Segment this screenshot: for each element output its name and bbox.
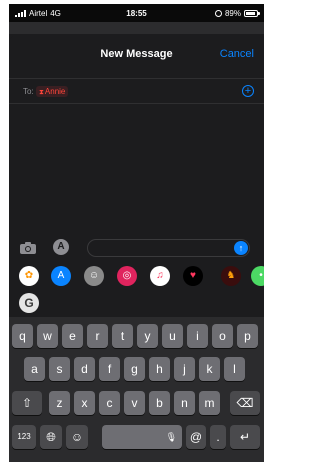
photos-icon[interactable]: ✿ [19, 266, 39, 286]
compose-header: New Message Cancel [9, 34, 264, 78]
key-a[interactable]: a [24, 357, 45, 381]
memoji-icon[interactable]: ☺ [84, 266, 104, 286]
key-z[interactable]: z [49, 391, 70, 415]
recipient-row[interactable]: To: ⧗Annie + [9, 78, 264, 104]
status-bar: Airtel 4G 18:55 89% [9, 4, 264, 22]
sheet-backdrop [9, 22, 264, 34]
key-y[interactable]: y [137, 324, 158, 348]
key-h[interactable]: h [149, 357, 170, 381]
key-r[interactable]: r [87, 324, 108, 348]
more-icon[interactable]: • [251, 266, 264, 286]
message-input-bar: A ↑ [9, 236, 264, 260]
key-m[interactable]: m [199, 391, 220, 415]
recipient-chip[interactable]: ⧗Annie [36, 86, 69, 97]
keyboard: q w e r t y u i o p a s d f g h j k l ⇧ … [9, 317, 264, 462]
send-button[interactable]: ↑ [234, 241, 248, 255]
to-label: To: [23, 87, 34, 96]
cancel-button[interactable]: Cancel [220, 48, 254, 60]
message-input[interactable]: ↑ [87, 239, 250, 257]
key-l[interactable]: l [224, 357, 245, 381]
emoji-key[interactable]: ☺ [66, 425, 88, 449]
key-u[interactable]: u [162, 324, 183, 348]
key-d[interactable]: d [74, 357, 95, 381]
return-icon: ↵ [239, 430, 251, 444]
shift-icon: ⇧ [21, 396, 33, 410]
microphone-icon: 🎙︎ [165, 432, 177, 442]
globe-icon: 🌐︎ [46, 430, 56, 444]
return-key[interactable]: ↵ [230, 425, 260, 449]
key-g[interactable]: g [124, 357, 145, 381]
battery-icon [244, 10, 260, 17]
key-o[interactable]: o [212, 324, 233, 348]
key-w[interactable]: w [37, 324, 58, 348]
space-key[interactable]: 🎙︎ [102, 425, 182, 449]
key-f[interactable]: f [99, 357, 120, 381]
emoji-icon: ☺ [70, 430, 84, 444]
key-x[interactable]: x [74, 391, 95, 415]
key-p[interactable]: p [237, 324, 258, 348]
key-c[interactable]: c [99, 391, 120, 415]
key-s[interactable]: s [49, 357, 70, 381]
app-store-icon[interactable]: A [51, 266, 71, 286]
key-t[interactable]: t [112, 324, 133, 348]
game-icon[interactable]: ♞ [221, 266, 241, 286]
shift-key[interactable]: ⇧ [12, 391, 42, 415]
warning-icon: ⧗ [39, 89, 44, 96]
battery-percentage: 89% [224, 9, 241, 18]
key-b[interactable]: b [149, 391, 170, 415]
arrow-up-icon: ↑ [238, 243, 244, 253]
key-e[interactable]: e [62, 324, 83, 348]
app-store-icon[interactable]: A [53, 239, 69, 255]
recipient-name: Annie [44, 87, 66, 96]
backspace-icon: ⌫ [236, 396, 254, 410]
phone-screen: Airtel 4G 18:55 89% New Message Cancel T… [9, 4, 264, 462]
key-k[interactable]: k [199, 357, 220, 381]
add-contact-button[interactable]: + [242, 85, 254, 97]
app-drawer: ✿ A ☺ ◎ ♫ ♥ ♞ • [9, 264, 264, 288]
orientation-lock-icon [214, 10, 222, 17]
heart-icon[interactable]: ♥ [183, 266, 203, 286]
key-q[interactable]: q [12, 324, 33, 348]
at-key[interactable]: @ [186, 425, 206, 449]
key-v[interactable]: v [124, 391, 145, 415]
globe-key[interactable]: 🌐︎ [40, 425, 62, 449]
grammarly-icon[interactable]: G [19, 293, 39, 313]
search-globe-icon[interactable]: ◎ [117, 266, 137, 286]
period-key[interactable]: . [210, 425, 226, 449]
delete-key[interactable]: ⌫ [230, 391, 260, 415]
key-j[interactable]: j [174, 357, 195, 381]
key-n[interactable]: n [174, 391, 195, 415]
grammarly-bar: G [9, 291, 264, 315]
music-icon[interactable]: ♫ [150, 266, 170, 286]
camera-icon[interactable] [19, 241, 37, 255]
numbers-key[interactable]: 123 [12, 425, 36, 449]
key-i[interactable]: i [187, 324, 208, 348]
